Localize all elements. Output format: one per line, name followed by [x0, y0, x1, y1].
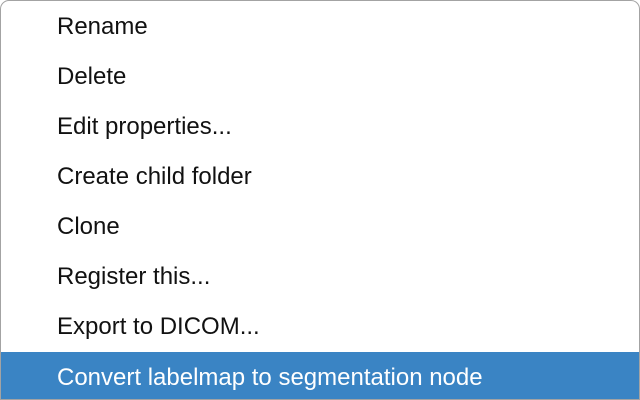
menu-item-delete[interactable]: Delete — [1, 52, 639, 102]
menu-item-edit-properties[interactable]: Edit properties... — [1, 102, 639, 152]
menu-item-export-to-dicom[interactable]: Export to DICOM... — [1, 302, 639, 352]
menu-item-clone[interactable]: Clone — [1, 202, 639, 252]
menu-item-rename[interactable]: Rename — [1, 1, 639, 52]
context-menu: Rename Delete Edit properties... Create … — [0, 0, 640, 400]
menu-item-convert-labelmap[interactable]: Convert labelmap to segmentation node — [1, 352, 639, 399]
menu-item-register-this[interactable]: Register this... — [1, 252, 639, 302]
menu-item-create-child-folder[interactable]: Create child folder — [1, 152, 639, 202]
context-menu-list: Rename Delete Edit properties... Create … — [1, 1, 639, 399]
